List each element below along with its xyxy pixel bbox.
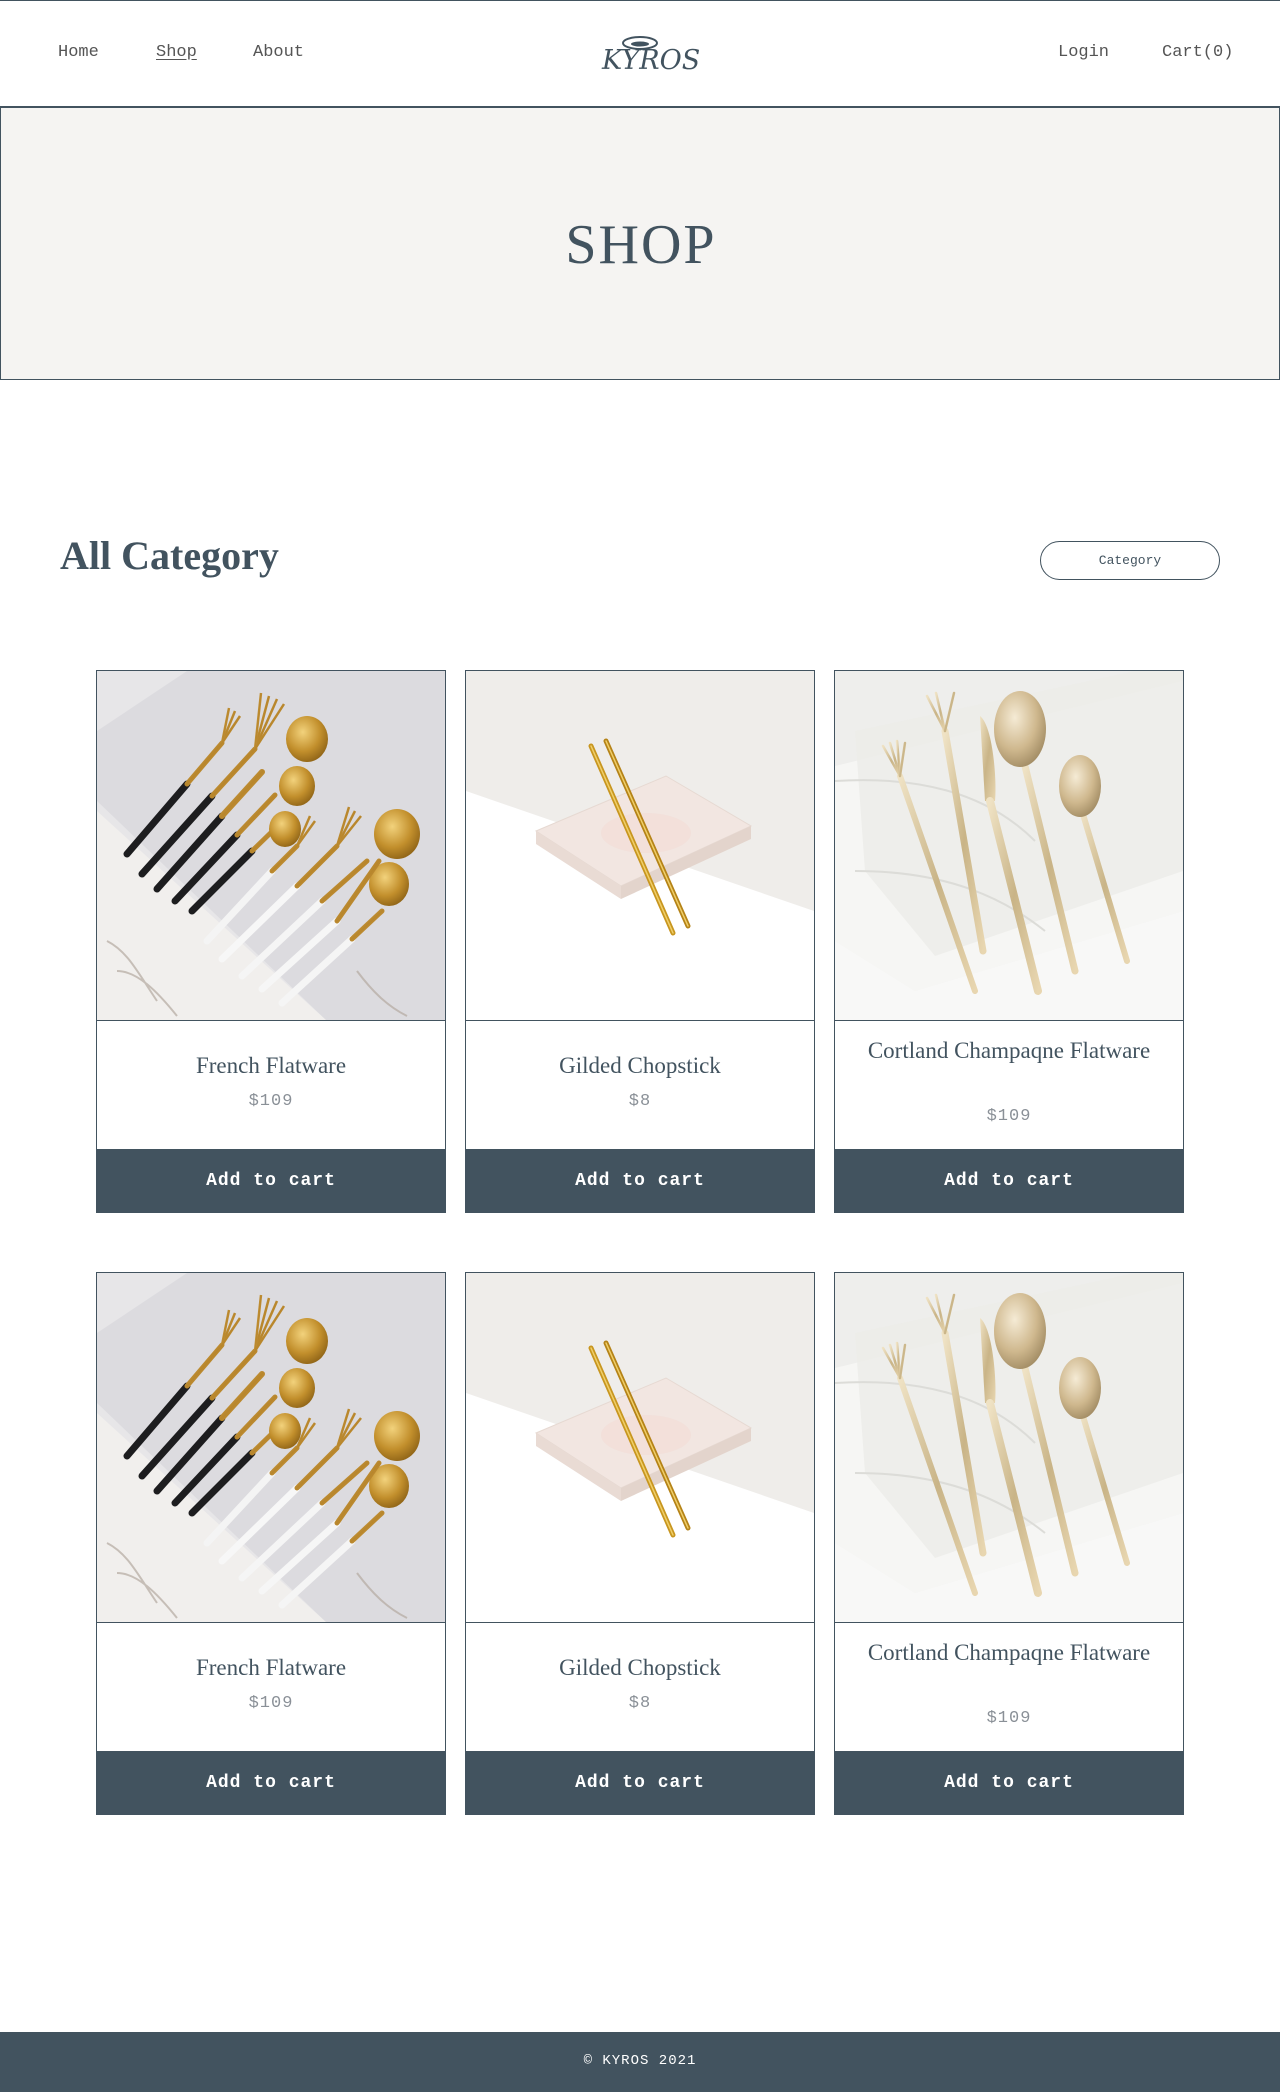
product-price: $109: [248, 1092, 294, 1111]
kyros-logo[interactable]: KYROS: [594, 29, 701, 85]
product-info: Gilded Chopstick $8: [466, 1021, 814, 1149]
shop-hero-banner: SHOP: [0, 108, 1280, 380]
product-price: $8: [628, 1694, 652, 1713]
top-navigation: Home Shop About KYROS Login Cart(0): [0, 0, 1280, 108]
product-name[interactable]: Cortland Champaqne Flatware: [855, 1638, 1163, 1668]
product-name[interactable]: French Flatware: [117, 1653, 425, 1683]
champagne-flatware-image[interactable]: [835, 1273, 1183, 1623]
nav-shop-link[interactable]: Shop: [156, 43, 197, 62]
product-card[interactable]: French Flatware $109 Add to cart: [96, 1272, 446, 1815]
product-info: French Flatware $109: [97, 1021, 445, 1149]
add-to-cart-button[interactable]: Add to cart: [834, 1751, 1184, 1815]
logo-text: KYROS: [602, 45, 701, 76]
product-info: Cortland Champaqne Flatware $109: [835, 1623, 1183, 1751]
french-flatware-image[interactable]: [97, 1273, 445, 1623]
champagne-flatware-image[interactable]: [835, 671, 1183, 1021]
category-filter-button[interactable]: Category: [1040, 541, 1220, 580]
product-price: $109: [986, 1709, 1032, 1728]
product-price: $8: [628, 1092, 652, 1111]
product-price: $109: [248, 1694, 294, 1713]
add-to-cart-button[interactable]: Add to cart: [96, 1751, 446, 1815]
product-name[interactable]: Gilded Chopstick: [486, 1051, 794, 1081]
add-to-cart-button[interactable]: Add to cart: [834, 1149, 1184, 1213]
product-name[interactable]: Gilded Chopstick: [486, 1653, 794, 1683]
nav-about-link[interactable]: About: [253, 43, 304, 62]
product-price: $109: [986, 1107, 1032, 1126]
nav-home-link[interactable]: Home: [58, 43, 99, 62]
nav-cart-link[interactable]: Cart(0): [1162, 43, 1233, 62]
product-name[interactable]: Cortland Champaqne Flatware: [855, 1036, 1163, 1066]
product-info: Cortland Champaqne Flatware $109: [835, 1021, 1183, 1149]
product-card[interactable]: French Flatware $109 Add to cart: [96, 670, 446, 1213]
french-flatware-image[interactable]: [97, 671, 445, 1021]
product-info: French Flatware $109: [97, 1623, 445, 1751]
hero-title: SHOP: [565, 214, 717, 276]
gilded-chopstick-image[interactable]: [466, 1273, 814, 1623]
product-name[interactable]: French Flatware: [117, 1051, 425, 1081]
add-to-cart-button[interactable]: Add to cart: [465, 1149, 815, 1213]
product-card[interactable]: Cortland Champaqne Flatware $109 Add to …: [834, 670, 1184, 1213]
gilded-chopstick-image[interactable]: [466, 671, 814, 1021]
copyright-text: © KYROS 2021: [583, 2053, 697, 2069]
add-to-cart-button[interactable]: Add to cart: [96, 1149, 446, 1213]
site-footer: © KYROS 2021: [0, 2032, 1280, 2092]
section-title: All Category: [60, 533, 279, 578]
product-info: Gilded Chopstick $8: [466, 1623, 814, 1751]
product-card[interactable]: Cortland Champaqne Flatware $109 Add to …: [834, 1272, 1184, 1815]
product-card[interactable]: Gilded Chopstick $8 Add to cart: [465, 670, 815, 1213]
nav-login-link[interactable]: Login: [1058, 43, 1109, 62]
add-to-cart-button[interactable]: Add to cart: [465, 1751, 815, 1815]
product-card[interactable]: Gilded Chopstick $8 Add to cart: [465, 1272, 815, 1815]
